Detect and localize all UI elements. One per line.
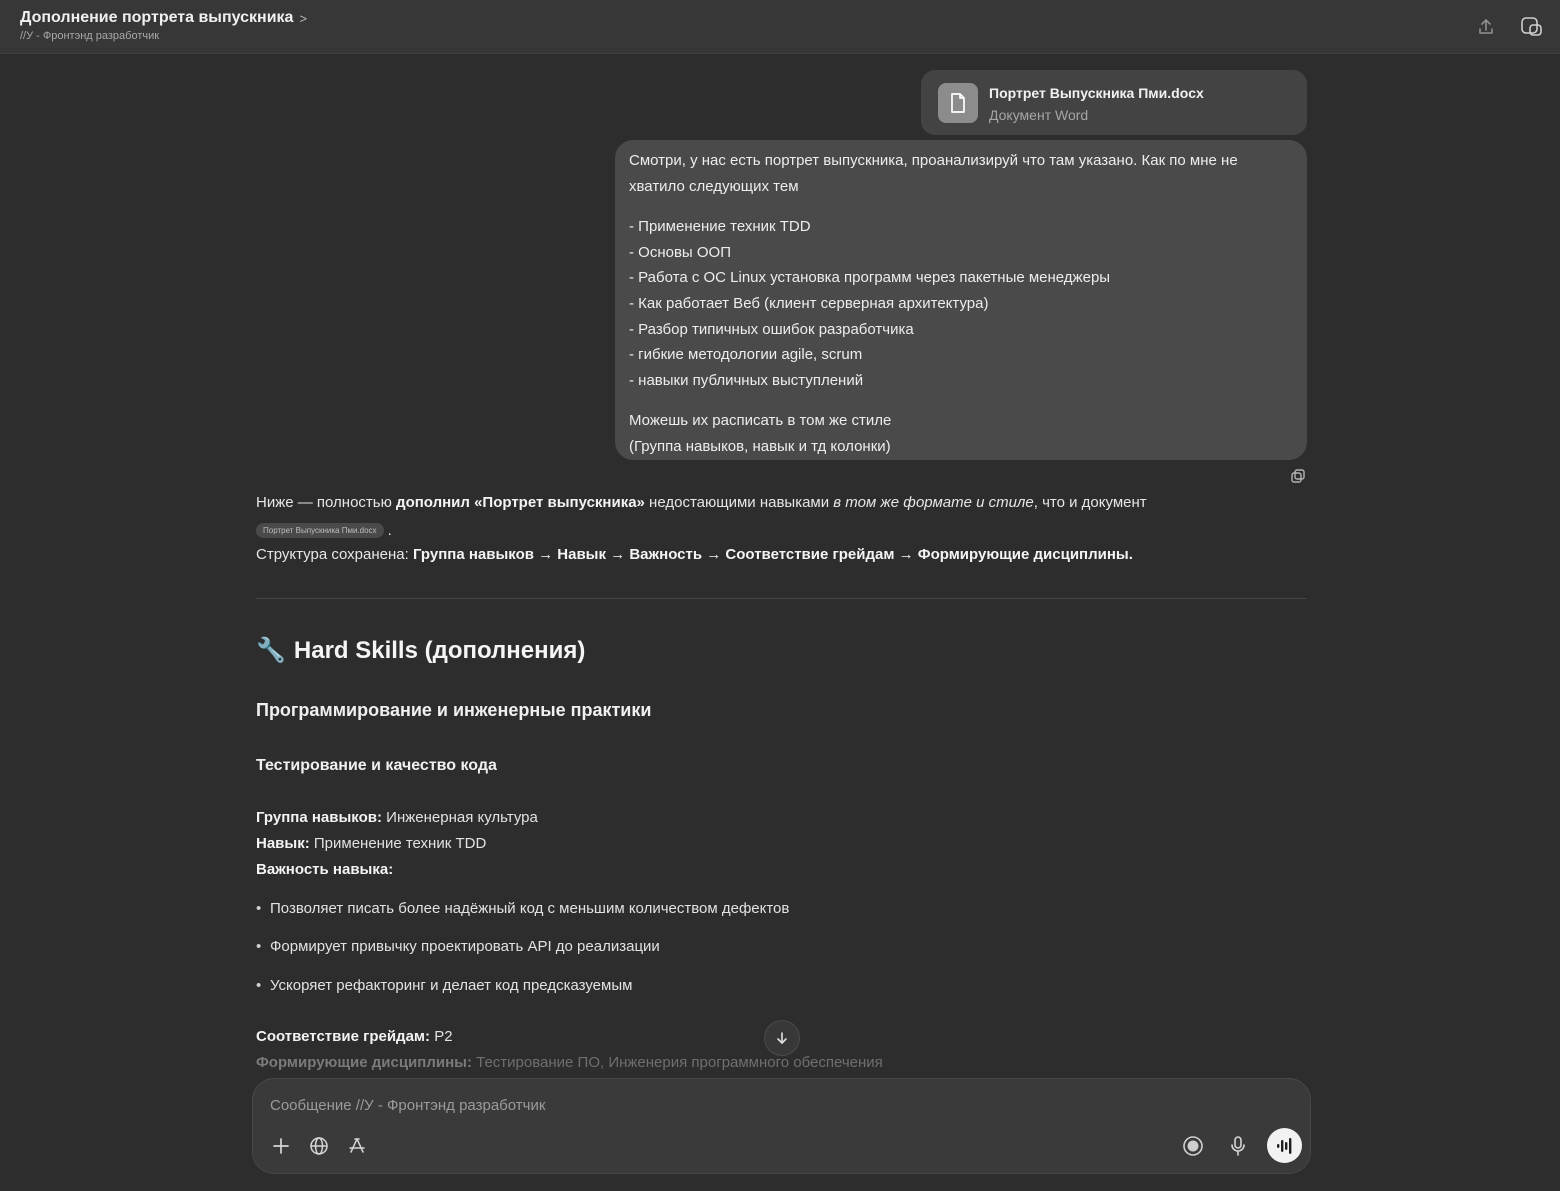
conversation[interactable]: Портрет Выпускника Пми.docx Документ Wor… bbox=[0, 54, 1560, 1191]
copy-icon[interactable] bbox=[1290, 468, 1306, 484]
list-item: • Ускоряет рефакторинг и делает код предс… bbox=[256, 977, 633, 994]
user-message-line: (Группа навыков, навык и тд колонки) bbox=[629, 437, 891, 455]
importance-row: Важность навыка: bbox=[256, 861, 394, 878]
reply-structure: Структура сохранена: Группа навыков → На… bbox=[256, 546, 1133, 563]
project-subtitle: //У - Фронтэнд разработчик bbox=[20, 30, 160, 42]
user-message: Смотри, у нас есть портрет выпускника, п… bbox=[615, 140, 1307, 460]
reply-intro: Ниже — полностью дополнил «Портрет выпус… bbox=[256, 494, 1147, 511]
user-message-item: - Применение техник TDD bbox=[629, 218, 811, 236]
message-input[interactable] bbox=[270, 1093, 1170, 1117]
user-message-line: Смотри, у нас есть портрет выпускника, п… bbox=[629, 152, 1238, 169]
chat-title: Дополнение портрета выпускника bbox=[20, 9, 294, 26]
microphone-icon[interactable] bbox=[1225, 1133, 1251, 1159]
reply-period: . bbox=[387, 522, 392, 539]
arrow-down-icon bbox=[777, 1032, 787, 1044]
tools-icon[interactable] bbox=[344, 1133, 370, 1159]
section-heading-text: Hard Skills (дополнения) bbox=[293, 636, 586, 664]
grade-row: Соответствие грейдам: P2 bbox=[256, 1028, 453, 1045]
share-icon[interactable] bbox=[1473, 14, 1499, 40]
disciplines-row: Формирующие дисциплины: Тестирование ПО,… bbox=[256, 1054, 883, 1071]
globe-icon[interactable] bbox=[306, 1133, 332, 1159]
document-icon bbox=[938, 83, 978, 123]
user-message-line: хватило следующих тем bbox=[629, 177, 799, 195]
user-message-item: - Как работает Веб (клиент серверная арх… bbox=[629, 294, 989, 312]
attachment-type: Документ Word bbox=[989, 107, 1089, 123]
voice-mode-icon[interactable] bbox=[1267, 1128, 1302, 1163]
scroll-down-button[interactable] bbox=[764, 1020, 800, 1056]
chevron-right-icon: > bbox=[299, 10, 308, 26]
reply-intro-cont: Портрет Выпускника Пми.docx . bbox=[256, 522, 392, 539]
user-message-item: - Основы ООП bbox=[629, 243, 731, 261]
skill-group-row: Группа навыков: Инженерная культура bbox=[256, 809, 538, 826]
user-message-item: - Разбор типичных ошибок разработчика bbox=[629, 320, 914, 338]
new-chat-icon[interactable] bbox=[1519, 14, 1545, 40]
user-message-line: Можешь их расписать в том же стиле bbox=[629, 412, 892, 430]
user-message-item: - Работа с ОС Linux установка программ ч… bbox=[629, 269, 1111, 287]
subsection-heading: Программирование и инженерные практики bbox=[256, 700, 652, 720]
chat-title-button[interactable]: Дополнение портрета выпускника > bbox=[20, 9, 307, 27]
top-bar: Дополнение портрета выпускника > //У - Ф… bbox=[0, 0, 1560, 54]
skill-row: Навык: Применение техник TDD bbox=[256, 835, 487, 852]
user-message-item: - гибкие методологии agile, scrum bbox=[629, 346, 863, 364]
list-item: • Формирует привычку проектировать API до… bbox=[256, 938, 660, 955]
attachment-name: Портрет Выпускника Пми.docx bbox=[989, 85, 1204, 101]
divider bbox=[256, 598, 1307, 599]
user-message-item: - навыки публичных выступлений bbox=[629, 371, 864, 389]
file-reference-chip[interactable]: Портрет Выпускника Пми.docx bbox=[256, 523, 384, 538]
list-item: • Позволяет писать более надёжный код с м… bbox=[256, 900, 790, 917]
plus-icon[interactable] bbox=[268, 1133, 294, 1159]
message-composer bbox=[252, 1078, 1311, 1174]
attachment-card[interactable]: Портрет Выпускника Пми.docx Документ Wor… bbox=[921, 70, 1307, 135]
topic-heading: Тестирование и качество кода bbox=[256, 757, 497, 774]
wrench-icon: 🔧 bbox=[256, 637, 286, 664]
section-heading: 🔧 Hard Skills (дополнения) bbox=[256, 636, 585, 665]
record-icon[interactable] bbox=[1180, 1133, 1206, 1159]
